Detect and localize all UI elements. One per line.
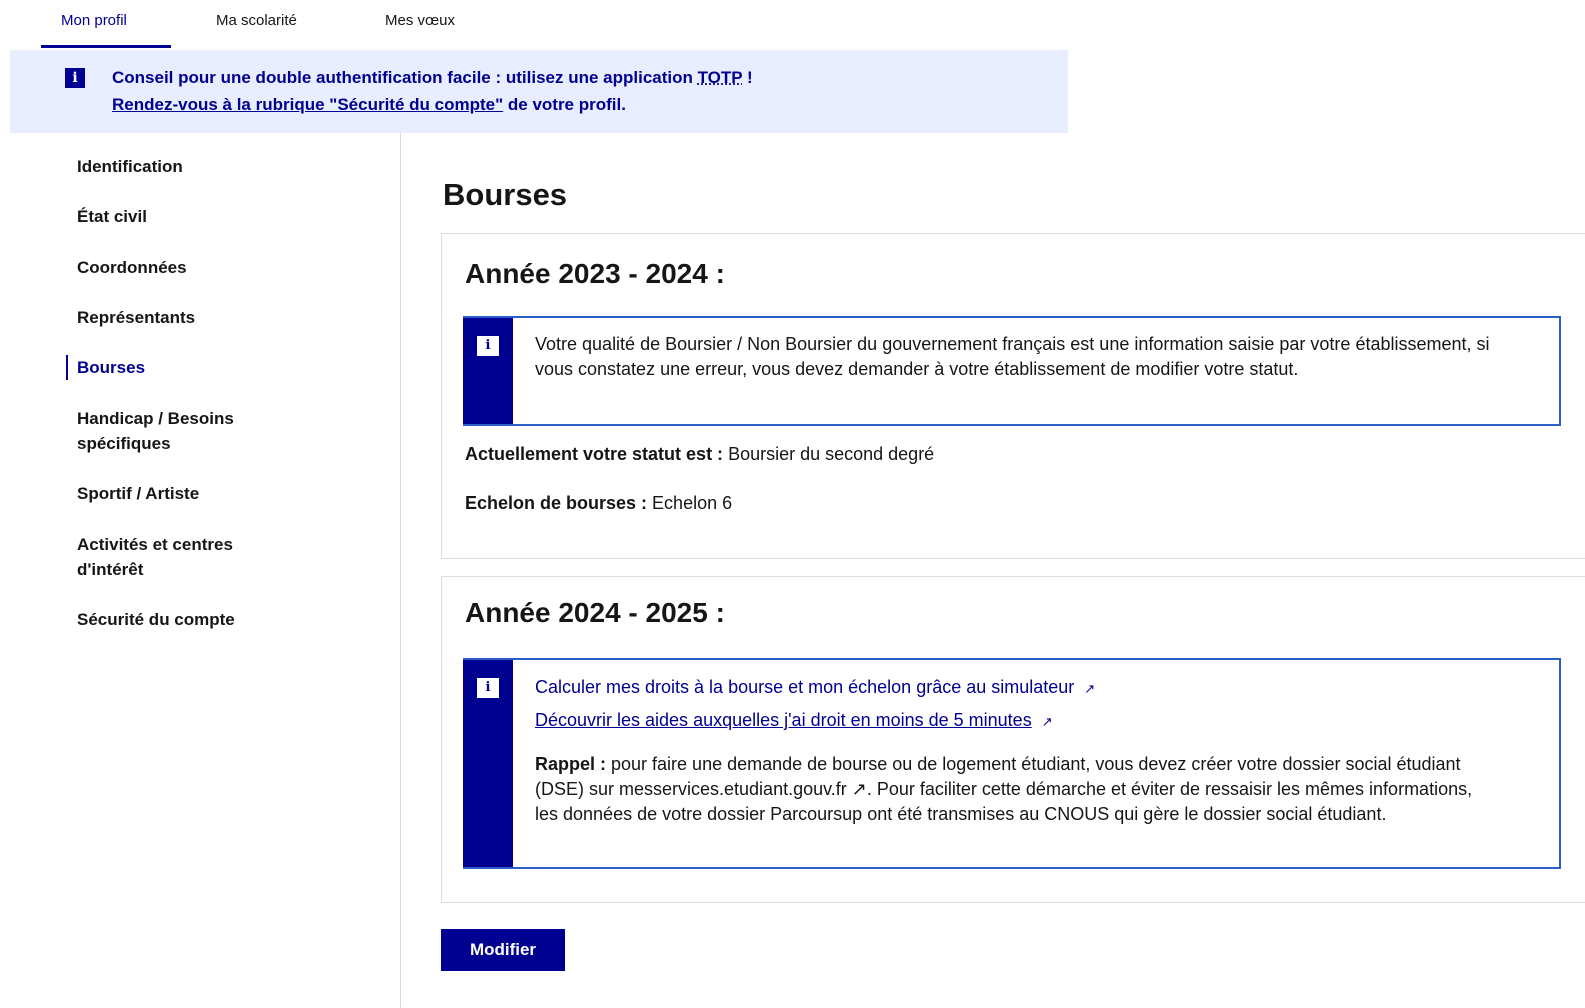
- sidebar-item-handicap[interactable]: Handicap / Besoins spécifiques: [77, 406, 277, 456]
- scholarship-status: Actuellement votre statut est : Boursier…: [465, 444, 934, 465]
- active-tab-indicator: [41, 45, 171, 48]
- year-title: Année 2023 - 2024 :: [465, 258, 725, 289]
- sidebar-item-coordonnees[interactable]: Coordonnées: [77, 255, 317, 280]
- tab-mes-voeux[interactable]: Mes vœux: [385, 12, 455, 29]
- security-section-link[interactable]: Rendez-vous à la rubrique "Sécurité du c…: [112, 95, 503, 114]
- echelon-label: Echelon de bourses :: [465, 493, 648, 513]
- top-tabs: Mon profil Ma scolarité Mes vœux: [0, 0, 1100, 48]
- notice-line-2: Rendez-vous à la rubrique "Sécurité du c…: [112, 95, 626, 115]
- aides-link-text[interactable]: Découvrir les aides auxquelles j'ai droi…: [535, 710, 1032, 730]
- totp-abbr: TOTP: [697, 68, 743, 87]
- info-icon: i: [477, 336, 499, 356]
- callout-bar: i: [463, 660, 513, 867]
- info-icon: i: [477, 678, 499, 698]
- profile-side-menu: Identification État civil Coordonnées Re…: [0, 133, 401, 1008]
- simulator-link[interactable]: Calculer mes droits à la bourse et mon é…: [535, 677, 1095, 698]
- reminder-text: Rappel : pour faire une demande de bours…: [535, 752, 1499, 827]
- status-value: Boursier du second degré: [723, 444, 935, 464]
- tab-mon-profil[interactable]: Mon profil: [61, 12, 127, 29]
- aides-link[interactable]: Découvrir les aides auxquelles j'ai droi…: [535, 710, 1053, 731]
- active-item-marker: [66, 355, 68, 380]
- sidebar-item-securite-compte[interactable]: Sécurité du compte: [77, 607, 317, 632]
- sidebar-item-etat-civil[interactable]: État civil: [77, 204, 317, 229]
- notice-line-2-suffix: de votre profil.: [503, 95, 626, 114]
- notice-text-end: !: [742, 68, 753, 87]
- info-icon: i: [65, 68, 85, 88]
- tab-ma-scolarite[interactable]: Ma scolarité: [216, 12, 297, 29]
- info-callout: i Calculer mes droits à la bourse et mon…: [463, 658, 1561, 869]
- year-2024-2025-card: Année 2024 - 2025 : i Calculer mes droit…: [441, 576, 1585, 903]
- reminder-body: pour faire une demande de bourse ou de l…: [535, 754, 1473, 824]
- sidebar-item-identification[interactable]: Identification: [77, 154, 317, 179]
- year-2023-2024-card: Année 2023 - 2024 : i Votre qualité de B…: [441, 233, 1585, 559]
- callout-text: Votre qualité de Boursier / Non Boursier…: [535, 334, 1490, 379]
- page-title: Bourses: [443, 177, 568, 212]
- totp-notice-banner: i Conseil pour une double authentificati…: [10, 50, 1068, 133]
- callout-bar: i: [463, 318, 513, 424]
- sidebar-item-bourses[interactable]: Bourses: [77, 355, 317, 380]
- modify-button[interactable]: Modifier: [441, 929, 565, 971]
- notice-line-1: Conseil pour une double authentification…: [112, 68, 753, 88]
- reminder-label: Rappel :: [535, 754, 607, 774]
- info-callout: i Votre qualité de Boursier / Non Boursi…: [463, 316, 1561, 426]
- external-link-icon: ↗: [1084, 681, 1096, 696]
- sidebar-item-activites[interactable]: Activités et centres d'intérêt: [77, 532, 277, 582]
- echelon-value: Echelon 6: [647, 493, 733, 513]
- status-label: Actuellement votre statut est :: [465, 444, 724, 464]
- simulator-link-text[interactable]: Calculer mes droits à la bourse et mon é…: [535, 677, 1074, 697]
- sidebar-item-sportif-artiste[interactable]: Sportif / Artiste: [77, 481, 317, 506]
- sidebar-item-representants[interactable]: Représentants: [77, 305, 317, 330]
- scholarship-echelon: Echelon de bourses : Echelon 6: [465, 493, 732, 514]
- external-link-icon: ↗: [1041, 714, 1053, 729]
- year-title: Année 2024 - 2025 :: [465, 597, 725, 628]
- notice-text: Conseil pour une double authentification…: [112, 68, 698, 87]
